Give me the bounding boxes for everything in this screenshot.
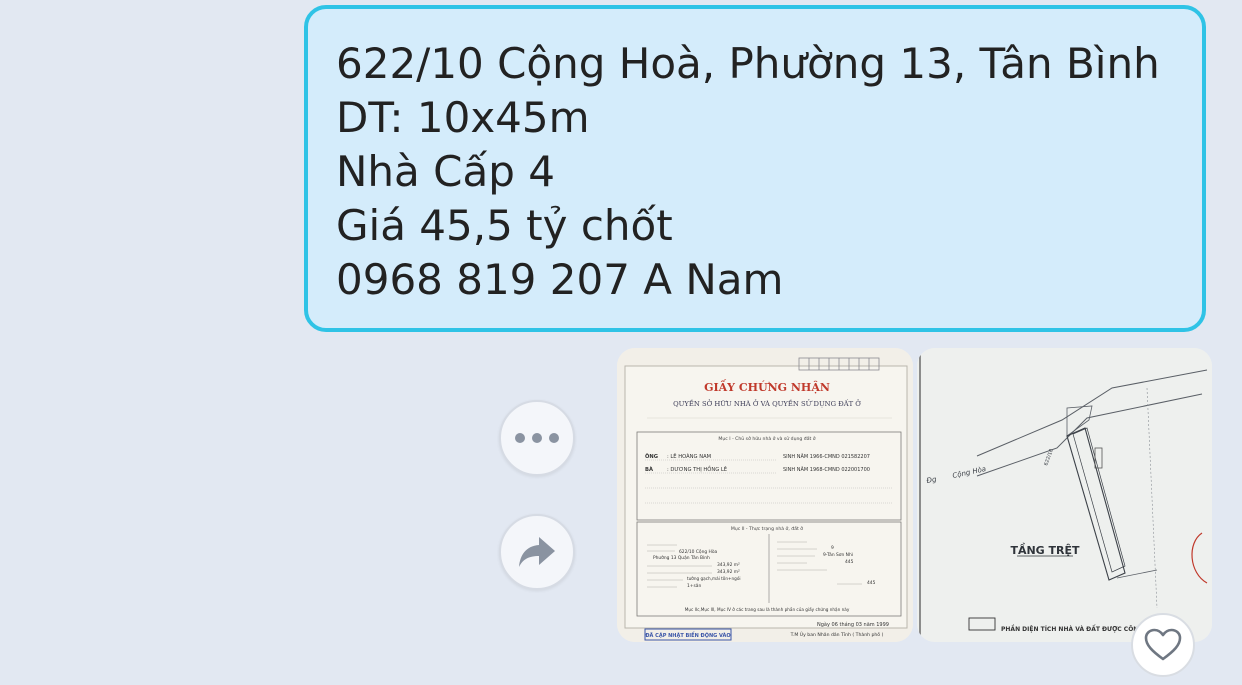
like-button[interactable] <box>1131 613 1195 677</box>
share-button[interactable] <box>499 514 575 590</box>
certificate-section-2: Mục II - Thực trạng nhà ở, đất ở <box>731 525 803 532</box>
certificate-date: Ngày 06 tháng 03 năm 1999 <box>817 621 889 628</box>
map-sheet-value: 9-Tân Sơn Nhì <box>823 551 853 558</box>
certificate-stamp: ĐÃ CẬP NHẬT BIẾN ĐỘNG VÀO <box>645 631 730 639</box>
message-bubble[interactable]: 622/10 Cộng Hoà, Phường 13, Tân Bình DT:… <box>304 5 1206 332</box>
more-options-button[interactable] <box>499 400 575 476</box>
floor-area-value: 343,92 m² <box>717 562 740 568</box>
attachment-photo-certificate[interactable]: GIẤY CHỨNG NHẬN QUYỀN SỞ HỮU NHÀ Ở VÀ QU… <box>617 348 913 642</box>
owner-1-label: ÔNG <box>645 453 658 460</box>
certificate-title: GIẤY CHỨNG NHẬN <box>704 379 830 394</box>
owner-1-id: SINH NĂM 1966-CMND 021582207 <box>783 453 870 460</box>
build-area-value: 343,92 m² <box>717 569 740 575</box>
plan-legend-text: PHẦN DIỆN TÍCH NHÀ VÀ ĐẤT ĐƯỢC CÔNG <box>1001 624 1143 633</box>
certificate-subtitle: QUYỀN SỞ HỮU NHÀ Ở VÀ QUYỀN SỬ DỤNG ĐẤT … <box>673 398 861 408</box>
certificate-section-1: Mục I - Chủ sở hữu nhà ở và sử dụng đất … <box>718 435 815 442</box>
land-area-value: 445 <box>845 559 854 565</box>
attachment-photo-floor-plan[interactable]: Đg Cộng Hòa 622/10 TẦNG TRỆT PHẦN DIỆN T… <box>917 348 1212 642</box>
message-line-area: DT: 10x45m <box>336 93 590 142</box>
message-line-contact: 0968 819 207 A Nam <box>336 255 784 304</box>
house-ward: Phường 13 Quận Tân Bình <box>653 554 710 561</box>
message-line-price: Giá 45,5 tỷ chốt <box>336 201 673 250</box>
message-line-address: 622/10 Cộng Hoà, Phường 13, Tân Bình <box>336 39 1160 88</box>
private-area-value: 445 <box>867 580 876 586</box>
owner-2-label: BÀ <box>645 466 653 473</box>
floors-value: 1+sân <box>687 582 701 589</box>
message-line-house-type: Nhà Cấp 4 <box>336 147 555 196</box>
owner-1-name: : LÊ HOÀNG NAM <box>667 452 711 460</box>
plan-title: TẦNG TRỆT <box>1010 543 1080 557</box>
heart-outline-icon <box>1144 628 1182 661</box>
share-arrow-icon <box>519 537 555 567</box>
owner-2-id: SINH NĂM 1968-CMND 022001700 <box>783 466 870 473</box>
structure-value: tường gạch,mái tôn+ngói <box>687 576 741 581</box>
certificate-footer-note: Mục IIc,Mục III, Mục IV ở các trang sau … <box>685 607 850 612</box>
house-address: 622/10 Cộng Hòa <box>679 548 718 555</box>
more-horizontal-icon <box>515 433 559 443</box>
plot-value: 9 <box>831 545 834 551</box>
